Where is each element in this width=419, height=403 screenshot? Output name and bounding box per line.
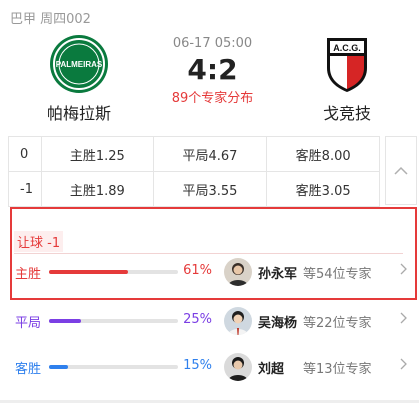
prediction-label: 客胜 xyxy=(15,362,42,377)
expert-name: 刘超 xyxy=(258,362,285,377)
prediction-bar xyxy=(49,270,178,274)
league-label: 巴甲 周四002 xyxy=(10,12,91,27)
svg-text:A.C.G.: A.C.G. xyxy=(333,43,361,53)
home-team-name: 帕梅拉斯 xyxy=(46,104,111,123)
odds-row: -1 主胜1.89 平局3.55 客胜3.05 xyxy=(8,171,380,207)
odds-draw[interactable]: 平局3.55 xyxy=(152,171,268,207)
prediction-bar-fill xyxy=(49,319,82,323)
odds-handicap: -1 xyxy=(8,171,42,207)
prediction-percent: 15% xyxy=(183,358,212,373)
odds-row: 0 主胜1.25 平局4.67 客胜8.00 xyxy=(8,136,380,172)
avatar xyxy=(224,307,252,335)
prediction-label: 平局 xyxy=(15,316,42,331)
avatar xyxy=(224,258,252,286)
expert-distribution-link[interactable]: 89个专家分布 xyxy=(140,87,285,106)
prediction-bar xyxy=(49,365,178,369)
prediction-row-away[interactable]: 客胜 15% 刘超 等13位专家 xyxy=(0,352,419,382)
prediction-bar-fill xyxy=(49,270,128,274)
odds-handicap: 0 xyxy=(8,136,42,172)
acg-shield-icon: A.C.G. xyxy=(327,38,367,92)
expert-name: 孙永军 xyxy=(258,267,298,282)
prediction-bar-fill xyxy=(49,365,69,369)
match-center: 06-17 05:00 4:2 89个专家分布 xyxy=(140,36,285,106)
home-team[interactable]: PALMEIRAS 帕梅拉斯 xyxy=(36,34,122,124)
match-score: 4:2 xyxy=(187,53,238,86)
match-time: 06-17 05:00 xyxy=(172,36,253,51)
odds-away-win[interactable]: 客胜8.00 xyxy=(266,136,380,172)
handicap-tag: 让球 -1 xyxy=(14,231,64,252)
avatar xyxy=(224,353,252,381)
prediction-row-draw[interactable]: 平局 25% 吴海杨 等22位专家 xyxy=(0,306,419,336)
chevron-right-icon xyxy=(400,263,407,279)
expert-count: 等54位专家 xyxy=(303,267,372,282)
odds-away-win[interactable]: 客胜3.05 xyxy=(266,171,380,207)
odds-home-win[interactable]: 主胜1.25 xyxy=(40,136,154,172)
chevron-right-icon xyxy=(400,312,407,328)
away-team-name: 戈竞技 xyxy=(322,104,371,123)
expert-count: 等22位专家 xyxy=(303,316,372,331)
prediction-percent: 25% xyxy=(183,312,212,327)
divider xyxy=(14,253,403,254)
prediction-percent: 61% xyxy=(183,263,212,278)
expert-count: 等13位专家 xyxy=(303,362,372,377)
svg-text:PALMEIRAS: PALMEIRAS xyxy=(56,60,103,69)
prediction-label: 主胜 xyxy=(15,267,42,282)
chevron-up-icon xyxy=(394,166,408,175)
odds-draw[interactable]: 平局4.67 xyxy=(152,136,268,172)
collapse-button[interactable] xyxy=(385,136,417,205)
odds-home-win[interactable]: 主胜1.89 xyxy=(40,171,154,207)
prediction-row-home[interactable]: 主胜 61% 孙永军 等54位专家 xyxy=(0,257,419,287)
expert-name: 吴海杨 xyxy=(258,316,298,331)
palmeiras-crest-icon: PALMEIRAS xyxy=(50,35,108,93)
odds-table: 0 主胜1.25 平局4.67 客胜8.00 -1 主胜1.89 平局3.55 … xyxy=(8,136,380,207)
prediction-bar xyxy=(49,319,178,323)
chevron-right-icon xyxy=(400,358,407,374)
away-team[interactable]: A.C.G. 戈竞技 xyxy=(304,34,390,124)
